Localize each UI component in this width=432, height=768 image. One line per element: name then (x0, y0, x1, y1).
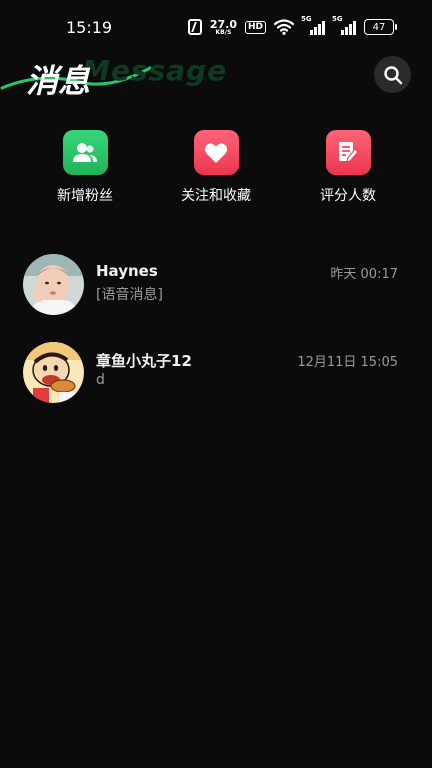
users-icon (73, 142, 97, 162)
follow-favorites-label: 关注和收藏 (181, 188, 251, 204)
header: Message 消息 (0, 52, 432, 112)
search-icon (383, 65, 402, 84)
rating-count-label: 评分人数 (320, 188, 376, 204)
conversation-time: 昨天 00:17 (330, 267, 398, 282)
quick-action-follow-favorites[interactable]: 关注和收藏 (161, 130, 271, 205)
hd-icon: HD (244, 20, 266, 34)
battery-icon: 47 (364, 19, 397, 35)
status-icons: 27.0 KB/S HD 5G 5G 47 (187, 15, 397, 38)
quick-action-new-fans[interactable]: 新增粉丝 (30, 130, 140, 205)
avatar-2[interactable] (23, 342, 84, 403)
note-edit-icon (339, 141, 359, 163)
status-time: 15:19 (66, 18, 113, 37)
search-button[interactable] (374, 56, 411, 93)
conversation-preview-2: d (96, 372, 105, 388)
quick-actions: 新增粉丝 关注和收藏 评分人数 (0, 130, 432, 210)
conversation-time-2: 12月11日 15:05 (297, 355, 398, 370)
rating-count-tile[interactable] (325, 130, 371, 175)
nfc-icon (187, 19, 202, 35)
heart-icon (204, 143, 228, 163)
new-fans-tile[interactable] (62, 130, 108, 175)
page-title: 消息 (26, 62, 91, 100)
new-fans-label: 新增粉丝 (57, 188, 113, 204)
signal-label-2: 5G (332, 15, 343, 23)
conversation-name-2: 章鱼小丸子12 (96, 352, 192, 370)
net-speed: 27.0 KB/S (210, 19, 237, 36)
signal-icon-2: 5G (332, 15, 356, 35)
avatar[interactable] (23, 254, 84, 315)
quick-action-rating-count[interactable]: 评分人数 (293, 130, 403, 205)
wifi-icon (274, 19, 294, 35)
net-speed-value: 27.0 (209, 17, 237, 31)
net-speed-unit: KB/S (215, 28, 232, 36)
status-bar: 15:19 27.0 KB/S HD 5G 5G 47 (0, 0, 432, 56)
signal-label: 5G (301, 15, 312, 23)
cartoon-avatar (23, 342, 84, 403)
baby-photo-avatar (23, 254, 84, 315)
conversation-preview: [语音消息] (96, 287, 163, 303)
conversation-item-2[interactable]: 章鱼小丸子12 d 12月11日 15:05 (0, 342, 432, 412)
conversation-item[interactable]: Haynes [语音消息] 昨天 00:17 (0, 254, 432, 324)
follow-favorites-tile[interactable] (193, 130, 239, 175)
signal-icon: 5G (301, 15, 325, 35)
header-watermark: Message (82, 54, 228, 87)
conversation-name: Haynes (96, 262, 158, 280)
